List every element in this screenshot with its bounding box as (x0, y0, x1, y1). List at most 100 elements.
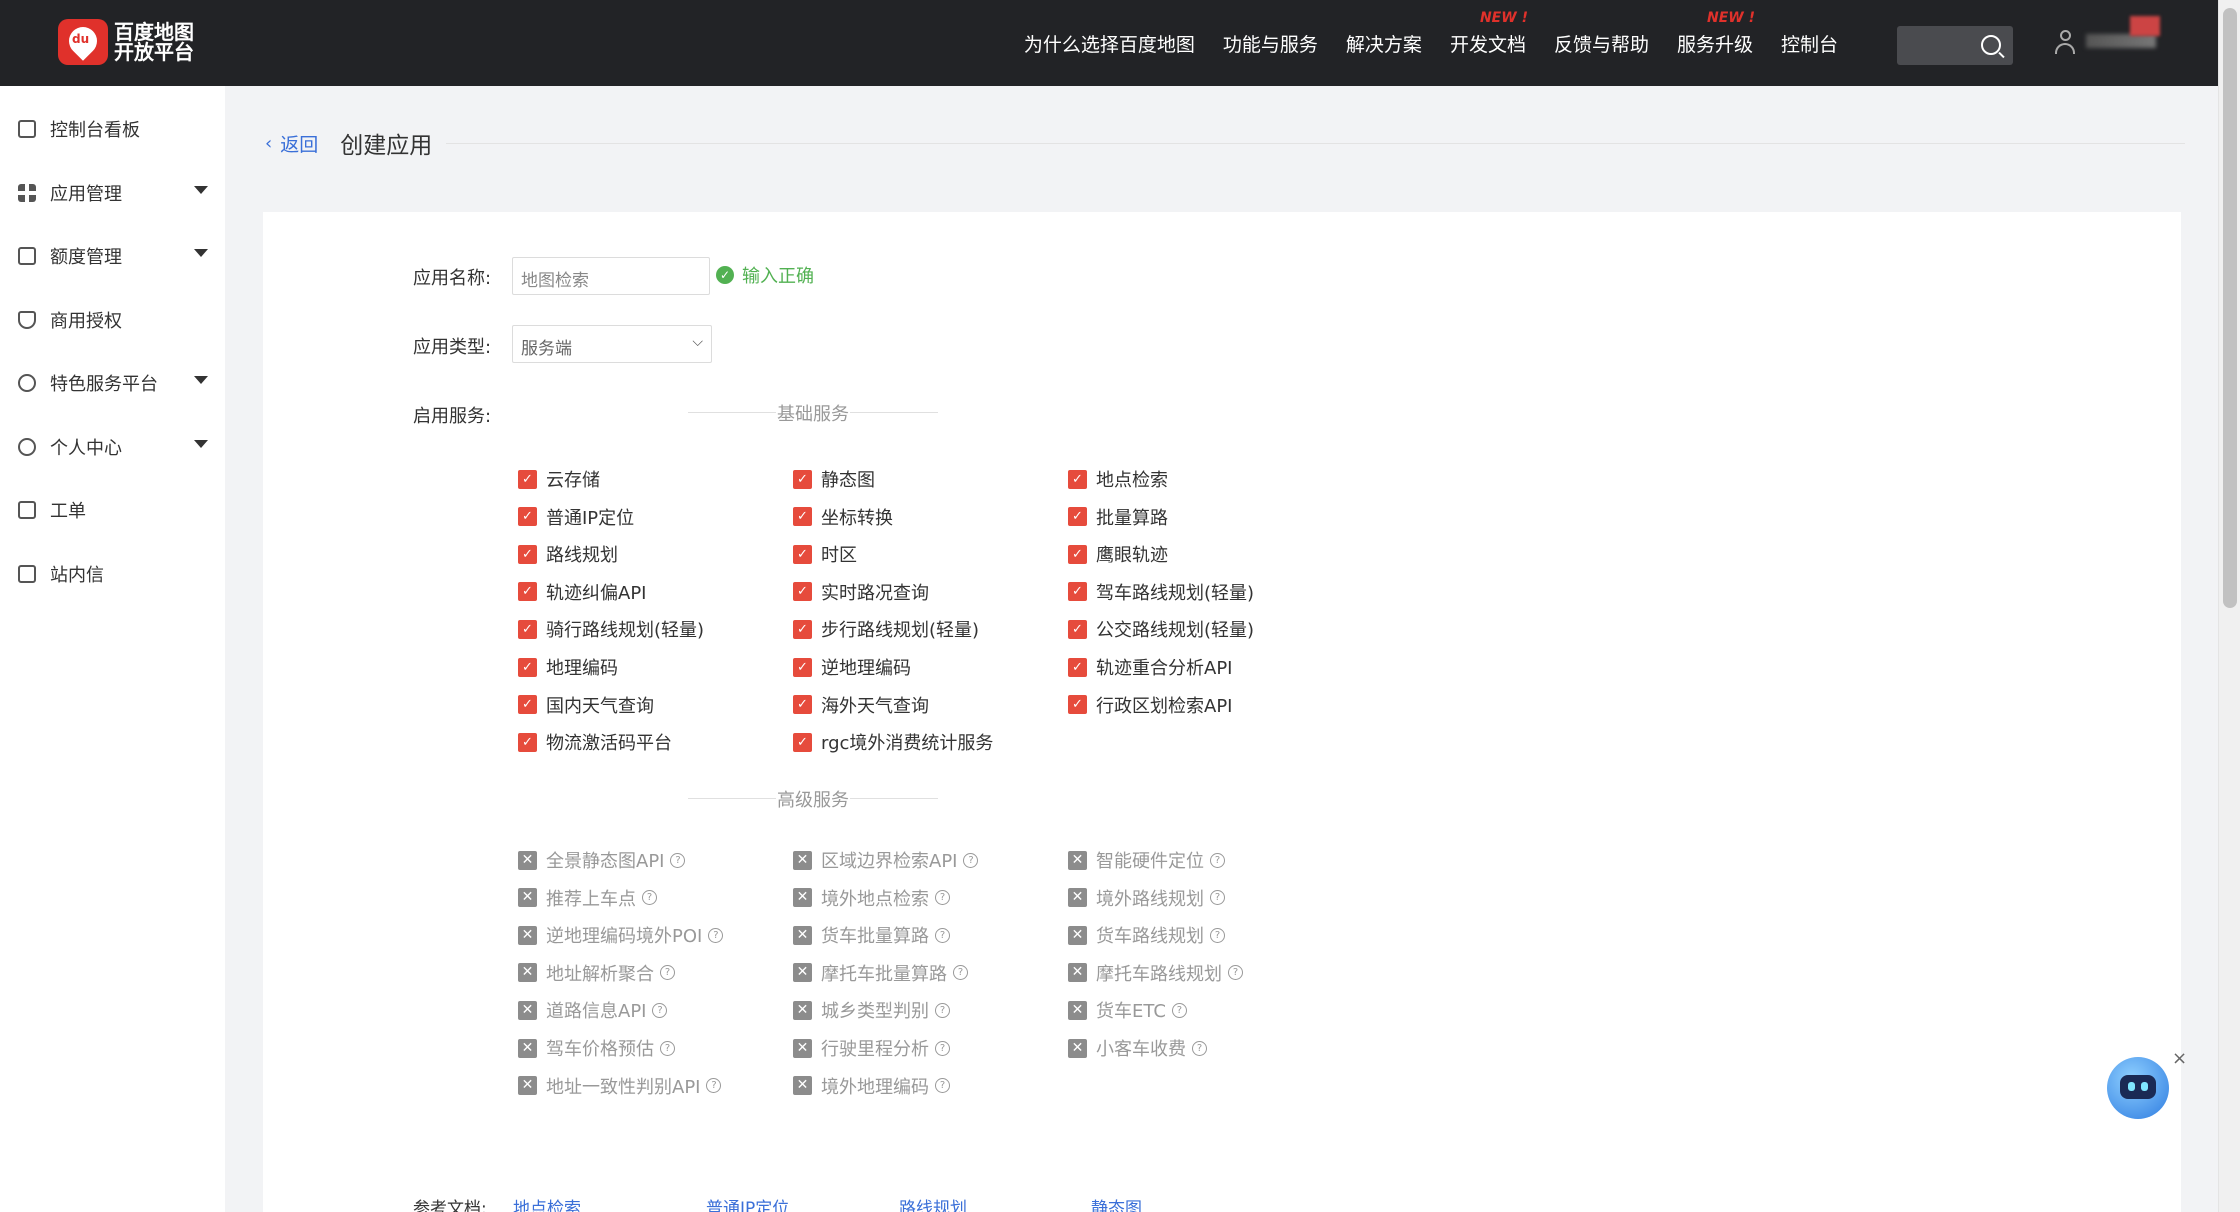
checkbox-checked-icon[interactable]: ✓ (518, 469, 537, 489)
service-checkbox[interactable]: ✓ 实时路况查询 (793, 579, 929, 605)
checkbox-checked-icon[interactable]: ✓ (1068, 619, 1087, 639)
service-checkbox[interactable]: ✓ 骑行路线规划(轻量) (518, 616, 704, 642)
reference-link[interactable]: 地点检索 (513, 1194, 581, 1212)
nav-item[interactable]: 开发文档 NEW ! (1450, 10, 1528, 57)
checkbox-disabled-icon: ✕ (793, 925, 812, 945)
help-icon[interactable]: ? (660, 965, 675, 981)
checkbox-checked-icon[interactable]: ✓ (793, 544, 812, 564)
help-icon[interactable]: ? (935, 927, 950, 943)
service-checkbox[interactable]: ✓ 云存储 (518, 466, 600, 492)
service-checkbox[interactable]: ✓ 普通IP定位 (518, 504, 634, 530)
help-icon[interactable]: ? (652, 1002, 668, 1018)
checkbox-disabled-icon: ✕ (1068, 1000, 1087, 1020)
service-checkbox[interactable]: ✓ 地点检索 (1068, 466, 1168, 492)
user-icon[interactable] (2052, 30, 2078, 56)
checkbox-checked-icon[interactable]: ✓ (518, 544, 537, 564)
help-icon[interactable]: ? (935, 1002, 950, 1018)
nav-item[interactable]: 解决方案 (1346, 30, 1422, 57)
checkbox-checked-icon[interactable]: ✓ (518, 582, 537, 602)
app-name-input[interactable]: 地图检索 (512, 257, 710, 295)
nav-item[interactable]: 反馈与帮助 (1554, 30, 1649, 57)
user-name-blurred[interactable] (2086, 34, 2156, 48)
help-icon[interactable]: ? (1228, 965, 1243, 981)
reference-link[interactable]: 路线规划 (899, 1194, 967, 1212)
checkbox-checked-icon[interactable]: ✓ (1068, 469, 1087, 489)
help-icon[interactable]: ? (1210, 852, 1225, 868)
nav-item[interactable]: 控制台 (1781, 30, 1838, 57)
service-checkbox[interactable]: ✓ 轨迹纠偏API (518, 579, 646, 605)
service-checkbox[interactable]: ✓ 步行路线规划(轻量) (793, 616, 979, 642)
service-checkbox[interactable]: ✓ 批量算路 (1068, 504, 1168, 530)
help-icon[interactable]: ? (670, 852, 686, 868)
app-type-select[interactable]: 服务端 ⌵ (512, 325, 712, 363)
checkbox-checked-icon[interactable]: ✓ (793, 469, 812, 489)
checkbox-checked-icon[interactable]: ✓ (518, 695, 537, 715)
help-icon[interactable]: ? (708, 927, 724, 943)
help-icon[interactable]: ? (935, 1040, 950, 1056)
reference-link[interactable]: 普通IP定位 (706, 1194, 789, 1212)
help-icon[interactable]: ? (642, 890, 657, 906)
checkbox-checked-icon[interactable]: ✓ (1068, 507, 1087, 527)
help-icon[interactable]: ? (953, 965, 968, 981)
checkbox-checked-icon[interactable]: ✓ (793, 732, 812, 752)
checkbox-checked-icon[interactable]: ✓ (518, 507, 537, 527)
help-icon[interactable]: ? (935, 1078, 950, 1094)
assistant-robot-icon[interactable] (2107, 1057, 2169, 1119)
service-checkbox[interactable]: ✓ 坐标转换 (793, 504, 893, 530)
checkbox-checked-icon[interactable]: ✓ (1068, 657, 1087, 677)
checkbox-checked-icon[interactable]: ✓ (1068, 544, 1087, 564)
service-checkbox[interactable]: ✓ 物流激活码平台 (518, 729, 672, 755)
brand-logo[interactable]: du 百度地图 开放平台 (58, 19, 204, 65)
search-button[interactable] (1897, 26, 2013, 65)
service-checkbox[interactable]: ✓ 鹰眼轨迹 (1068, 541, 1168, 567)
checkbox-checked-icon[interactable]: ✓ (1068, 582, 1087, 602)
scrollbar-thumb[interactable] (2223, 8, 2237, 608)
checkbox-checked-icon[interactable]: ✓ (518, 657, 537, 677)
service-checkbox[interactable]: ✓ 地理编码 (518, 654, 618, 680)
nav-item[interactable]: 功能与服务 (1223, 30, 1318, 57)
help-icon[interactable]: ? (1210, 890, 1225, 906)
sidebar-item[interactable]: 工单 (18, 497, 208, 523)
sidebar-item[interactable]: 特色服务平台 (18, 370, 208, 396)
checkbox-checked-icon[interactable]: ✓ (793, 619, 812, 639)
checkbox-checked-icon[interactable]: ✓ (518, 732, 537, 752)
service-checkbox[interactable]: ✓ 行政区划检索API (1068, 692, 1232, 718)
service-checkbox[interactable]: ✓ 驾车路线规划(轻量) (1068, 579, 1254, 605)
help-icon[interactable]: ? (706, 1078, 722, 1094)
nav-item[interactable]: 服务升级 NEW ! (1677, 10, 1755, 57)
help-icon[interactable]: ? (935, 890, 950, 906)
close-icon[interactable]: × (2172, 1048, 2187, 1069)
sidebar-item[interactable]: 应用管理 (18, 180, 208, 206)
checkbox-checked-icon[interactable]: ✓ (793, 507, 812, 527)
help-icon[interactable]: ? (963, 852, 979, 868)
service-checkbox[interactable]: ✓ 国内天气查询 (518, 692, 654, 718)
service-checkbox[interactable]: ✓ 路线规划 (518, 541, 618, 567)
help-icon[interactable]: ? (1192, 1040, 1207, 1056)
reference-link[interactable]: 静态图 (1091, 1194, 1142, 1212)
service-checkbox[interactable]: ✓ 海外天气查询 (793, 692, 929, 718)
app-name-label: 应用名称: (413, 268, 492, 289)
nav-item[interactable]: 为什么选择百度地图 (1024, 30, 1195, 57)
sidebar-item[interactable]: 站内信 (18, 561, 208, 587)
service-checkbox[interactable]: ✓ 轨迹重合分析API (1068, 654, 1232, 680)
service-checkbox[interactable]: ✓ 时区 (793, 541, 857, 567)
service-checkbox[interactable]: ✓ 逆地理编码 (793, 654, 911, 680)
help-icon[interactable]: ? (1210, 927, 1225, 943)
checkbox-checked-icon[interactable]: ✓ (793, 582, 812, 602)
checkbox-checked-icon[interactable]: ✓ (793, 657, 812, 677)
service-checkbox[interactable]: ✓ rgc境外消费统计服务 (793, 729, 993, 755)
scrollbar[interactable] (2218, 0, 2240, 1212)
checkbox-checked-icon[interactable]: ✓ (793, 695, 812, 715)
service-checkbox[interactable]: ✓ 公交路线规划(轻量) (1068, 616, 1254, 642)
sidebar-item[interactable]: 个人中心 (18, 434, 208, 460)
service-checkbox[interactable]: ✓ 静态图 (793, 466, 875, 492)
help-icon[interactable]: ? (660, 1040, 675, 1056)
sidebar-item[interactable]: 商用授权 (18, 307, 208, 333)
checkbox-checked-icon[interactable]: ✓ (1068, 695, 1087, 715)
checkbox-checked-icon[interactable]: ✓ (518, 619, 537, 639)
chevron-left-icon: ‹ (265, 132, 273, 154)
help-icon[interactable]: ? (1171, 1002, 1187, 1018)
sidebar-item[interactable]: 控制台看板 (18, 116, 208, 142)
back-link[interactable]: ‹ 返回 (265, 130, 318, 157)
sidebar-item[interactable]: 额度管理 (18, 243, 208, 269)
